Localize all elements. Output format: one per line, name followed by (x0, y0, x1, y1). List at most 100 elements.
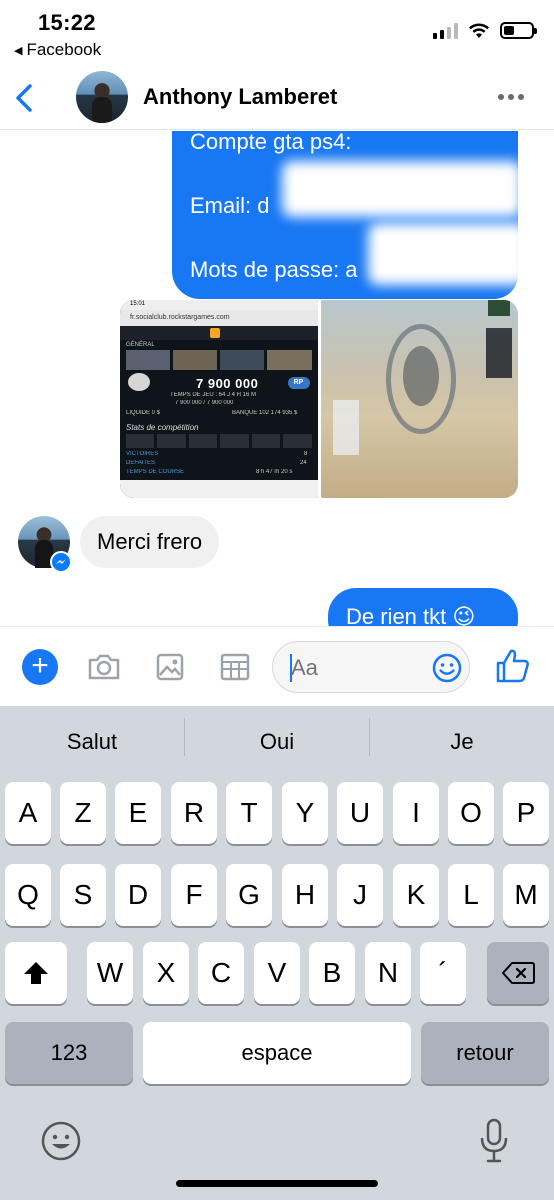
key-s[interactable]: S (60, 864, 106, 926)
redaction-blur (282, 161, 522, 217)
thumbs-up-icon[interactable] (494, 647, 532, 685)
screenshot-character-portraits (126, 350, 312, 370)
screenshot-race-time-value: 8 h 47 m 20 s (256, 469, 293, 475)
screenshot-money: 7 900 000 (196, 376, 259, 391)
screenshot-stat-icons (126, 434, 312, 448)
screenshot-playtime: TEMPS DE JEU : 64 J 4 H 16 M (170, 392, 257, 398)
message-line: Compte gta ps4: (190, 131, 352, 154)
key-h[interactable]: H (282, 864, 328, 926)
key-d[interactable]: D (115, 864, 161, 926)
table-grid-icon[interactable] (215, 647, 255, 687)
key-a[interactable]: A (5, 782, 51, 844)
message-input-field[interactable] (272, 641, 470, 693)
back-to-app-link[interactable]: ◀ Facebook (14, 40, 101, 60)
cellular-signal-icon (433, 22, 458, 39)
message-line: Email: d (190, 193, 270, 218)
microphone-icon[interactable] (478, 1118, 510, 1164)
rockstar-logo-icon (210, 328, 220, 338)
return-key[interactable]: retour (421, 1022, 549, 1084)
key-k[interactable]: K (393, 864, 439, 926)
screenshot-url: fr.socialclub.rockstargames.com (120, 310, 318, 326)
game-hud-top (488, 300, 510, 316)
key-e[interactable]: E (115, 782, 161, 844)
shared-images: 15:01 fr.socialclub.rockstargames.com GÉ… (120, 300, 518, 498)
conversation-header: Anthony Lamberet (0, 66, 554, 130)
key-t[interactable]: T (226, 782, 272, 844)
screenshot-section: GÉNÉRAL (126, 342, 155, 348)
screenshot-xp: 7 900 000 / 7 900 000 (175, 400, 234, 406)
delete-key[interactable] (487, 942, 549, 1004)
screenshot-victories-label: VICTOIRES (126, 451, 159, 457)
key-v[interactable]: V (254, 942, 300, 1004)
key-p[interactable]: P (503, 782, 549, 844)
space-key[interactable]: espace (143, 1022, 411, 1084)
numbers-key[interactable]: 123 (5, 1022, 133, 1084)
shared-image-socialclub-screenshot[interactable]: 15:01 fr.socialclub.rockstargames.com GÉ… (120, 300, 318, 498)
screenshot-rp-badge: RP (287, 377, 310, 389)
suggestion-3[interactable]: Je (370, 706, 554, 776)
home-indicator[interactable] (176, 1180, 378, 1187)
wifi-icon (469, 23, 489, 38)
key-c[interactable]: C (198, 942, 244, 1004)
key-n[interactable]: N (365, 942, 411, 1004)
game-hud-notification (332, 400, 359, 455)
message-list[interactable]: Compte gta ps4: Email: d Mots de passe: … (0, 131, 554, 626)
redaction-blur (368, 223, 528, 285)
status-icons (433, 22, 537, 39)
emoji-icon[interactable] (431, 652, 463, 684)
backspace-icon (502, 962, 535, 984)
rank-badge-icon (128, 373, 150, 391)
key-j[interactable]: J (337, 864, 383, 926)
gallery-icon[interactable] (150, 647, 190, 687)
message-composer: + (0, 626, 554, 706)
key-x[interactable]: X (143, 942, 189, 1004)
incoming-message-bubble[interactable]: Merci frero (80, 516, 220, 568)
key-u[interactable]: U (337, 782, 383, 844)
battery-icon (500, 22, 537, 39)
camera-icon[interactable] (84, 647, 124, 687)
screenshot-status-time: 15:01 (120, 300, 318, 310)
screenshot-cash: LIQUIDE 0 $ (126, 410, 161, 416)
key-g[interactable]: G (226, 864, 272, 926)
key-l[interactable]: L (448, 864, 494, 926)
message-line: Mots de passe: a (190, 257, 358, 282)
game-hud-panel (486, 328, 512, 378)
key-q[interactable]: Q (5, 864, 51, 926)
contact-avatar[interactable] (76, 71, 128, 123)
emoji-keyboard-icon[interactable] (40, 1120, 82, 1162)
key-m[interactable]: M (503, 864, 549, 926)
screenshot-stats-title: Stats de compétition (126, 423, 199, 432)
messenger-badge-icon (50, 551, 72, 573)
key-i[interactable]: I (393, 782, 439, 844)
key-y[interactable]: Y (282, 782, 328, 844)
screenshot-nav (120, 326, 318, 340)
back-chevron-icon[interactable] (10, 78, 40, 118)
outgoing-message-bubble[interactable]: De rien tkt 😉 (328, 588, 518, 626)
key-r[interactable]: R (171, 782, 217, 844)
predictive-bar: Salut Oui Je (0, 706, 554, 776)
message-input[interactable] (291, 652, 421, 684)
key-w[interactable]: W (87, 942, 133, 1004)
screenshot-defeats-value: 24 (300, 460, 307, 466)
weapon-wheel-center (402, 346, 439, 406)
contact-name[interactable]: Anthony Lamberet (143, 84, 337, 110)
screenshot-victories-value: 8 (304, 451, 308, 457)
screenshot-defeats-label: DÉFAITES (126, 460, 156, 466)
more-options-icon[interactable] (498, 94, 524, 100)
back-app-label: Facebook (26, 40, 102, 59)
outgoing-message-bubble[interactable]: Compte gta ps4: Email: d Mots de passe: … (172, 131, 528, 299)
key-f[interactable]: F (171, 864, 217, 926)
suggestion-2[interactable]: Oui (185, 706, 369, 776)
key-b[interactable]: B (309, 942, 355, 1004)
suggestion-1[interactable]: Salut (0, 706, 184, 776)
key-o[interactable]: O (448, 782, 494, 844)
shared-image-gta-game[interactable] (320, 300, 518, 498)
screenshot-browser-toolbar (120, 480, 318, 498)
key-accent[interactable]: ´ (420, 942, 466, 1004)
plus-button[interactable]: + (22, 649, 58, 685)
status-bar: 15:22 ◀ Facebook (0, 0, 554, 66)
ios-keyboard: Salut Oui Je A Z E R T Y U I O P Q S D F… (0, 706, 554, 1200)
shift-arrow-icon (24, 962, 48, 984)
shift-key[interactable] (5, 942, 67, 1004)
key-z[interactable]: Z (60, 782, 106, 844)
